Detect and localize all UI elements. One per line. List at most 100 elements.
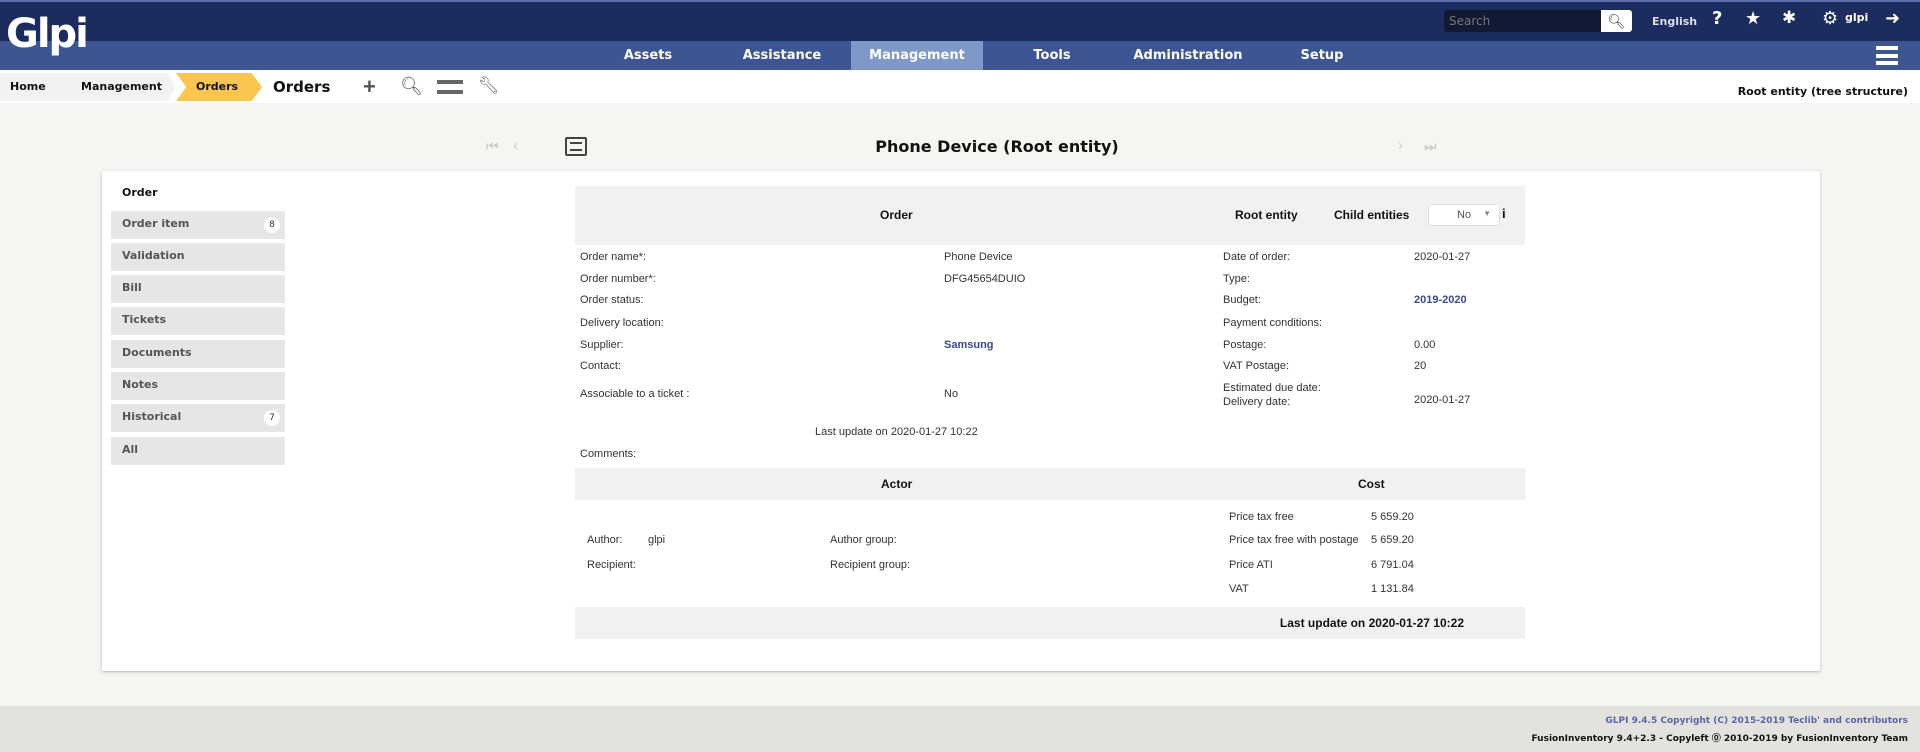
recipient-group-label: Recipient group: [830,559,911,571]
field-value: DFG45654DUIO [944,273,1026,285]
field-value[interactable]: Samsung [944,339,994,351]
tab-label: Order item [122,217,190,230]
field-value: 2020-01-27 [1414,251,1471,263]
tab-historical[interactable]: Historical 7 [111,404,285,432]
nav-administration[interactable]: Administration [1122,41,1254,70]
tab-count-badge: 8 [264,217,280,233]
chevron-down-icon: ▼ [1483,209,1491,218]
field-label: Associable to a ticket : [580,388,690,400]
glpi-logo[interactable]: Glpi [6,14,89,54]
breadcrumb-home[interactable]: Home [0,73,68,101]
field-label: Payment conditions: [1223,317,1323,329]
field-value[interactable]: 2019-2020 [1414,294,1467,306]
search-button[interactable]: 🔍︎ [1601,10,1632,32]
author-group-label: Author group: [830,534,897,546]
gear-icon[interactable]: ⚙ [1822,8,1838,29]
top-bar [0,0,1920,41]
glpi-copyright-link[interactable]: GLPI 9.4.5 Copyright (C) 2015-2019 Tecli… [1605,716,1908,726]
bug-icon[interactable]: ✱ [1782,8,1796,28]
last-update-text: Last update on 2020-01-27 10:22 [815,426,978,438]
page-footer: GLPI 9.4.5 Copyright (C) 2015-2019 Tecli… [0,706,1920,752]
field-label: VAT Postage: [1223,360,1290,372]
field-value: 0.00 [1414,339,1436,351]
hamburger-menu-icon[interactable] [1876,46,1898,65]
tab-order[interactable]: Order [122,186,158,199]
star-icon[interactable]: ★ [1745,8,1761,29]
actor-cost-header: Actor Cost [575,468,1525,500]
field-label: Order name*: [580,251,647,263]
child-entities-select[interactable]: No ▼ [1428,204,1500,226]
author-value: glpi [648,534,666,546]
cost-value: 5 659.20 [1371,511,1414,523]
tab-tickets[interactable]: Tickets [111,307,285,335]
breadcrumb-orders[interactable]: Orders [176,73,262,101]
field-label: Order number*: [580,273,656,285]
user-menu[interactable]: glpi [1845,11,1868,24]
search-list-icon[interactable]: 🔍︎ [400,76,423,97]
list-view-icon[interactable] [565,137,587,156]
cost-label: VAT [1229,583,1249,595]
field-value: 20 [1414,360,1427,372]
child-entities-label: Child entities [1334,208,1410,222]
tab-label: Historical [122,410,182,423]
tab-bill[interactable]: Bill [111,275,285,303]
field-label: Order status: [580,294,644,306]
breadcrumb-management[interactable]: Management [68,73,176,101]
tab-all[interactable]: All [111,437,285,465]
field-label: Contact: [580,360,621,372]
tab-documents[interactable]: Documents [111,340,285,368]
field-value: 2020-01-27 [1414,394,1471,406]
info-icon[interactable]: i [1502,206,1506,221]
add-icon[interactable]: + [363,74,376,100]
page-heading: Orders [273,78,331,96]
tab-notes[interactable]: Notes [111,372,285,400]
language-selector[interactable]: English [1652,15,1697,28]
last-item-icon[interactable]: ⏭ [1424,138,1437,155]
next-item-icon[interactable]: › [1398,137,1403,154]
fusion-copyright: FusionInventory 9.4+2.3 - Copyleft ⓪ 201… [1531,734,1908,744]
form-title: Order [880,208,913,222]
select-value: No [1457,209,1472,221]
first-item-icon[interactable]: ⏮ [486,138,499,155]
nav-tools[interactable]: Tools [986,41,1118,70]
form-header: Order Root entity Child entities No ▼ i [575,186,1525,245]
cost-value: 6 791.04 [1371,559,1414,571]
item-title: Phone Device (Root entity) [875,137,1119,156]
cost-value: 5 659.20 [1371,534,1414,546]
field-label: Delivery location: [580,317,664,329]
field-label: Supplier: [580,339,624,351]
nav-management[interactable]: Management [851,41,983,70]
cost-label: Price tax free with postage [1229,534,1359,546]
field-label: Date of order: [1223,251,1291,263]
nav-assistance[interactable]: Assistance [716,41,848,70]
tab-order-item[interactable]: Order item 8 [111,211,285,239]
footer-update-bar: Last update on 2020-01-27 10:22 [575,607,1525,639]
logout-icon[interactable]: ➜ [1885,8,1900,29]
entity-name: Root entity [1235,208,1298,222]
footer-last-update: Last update on 2020-01-27 10:22 [1279,616,1464,630]
tab-validation[interactable]: Validation [111,243,285,271]
cost-header: Cost [1358,477,1385,491]
field-label: Budget: [1223,294,1261,306]
cost-label: Price tax free [1229,511,1294,523]
field-value: No [944,388,959,400]
nav-setup[interactable]: Setup [1256,41,1388,70]
cost-value: 1 131.84 [1371,583,1414,595]
actor-header: Actor [881,477,913,491]
cost-label: Price ATI [1229,559,1273,571]
tab-count-badge: 7 [264,410,280,426]
wrench-icon[interactable]: 🔧︎ [478,76,500,96]
help-icon[interactable]: ? [1712,8,1722,29]
field-value: Phone Device [944,251,1013,263]
field-label: Delivery date: [1223,396,1291,408]
comments-label: Comments: [580,448,637,460]
author-label: Author: [587,534,623,546]
previous-item-icon[interactable]: ‹ [513,137,518,154]
list-icon[interactable] [437,80,463,94]
nav-assets[interactable]: Assets [582,41,714,70]
main-nav: Assets Assistance Management Tools Admin… [0,41,1920,70]
item-card [102,171,1820,671]
entity-label[interactable]: Root entity (tree structure) [1738,85,1908,98]
field-label: Type: [1223,273,1250,285]
search-icon: 🔍︎ [1607,13,1626,29]
